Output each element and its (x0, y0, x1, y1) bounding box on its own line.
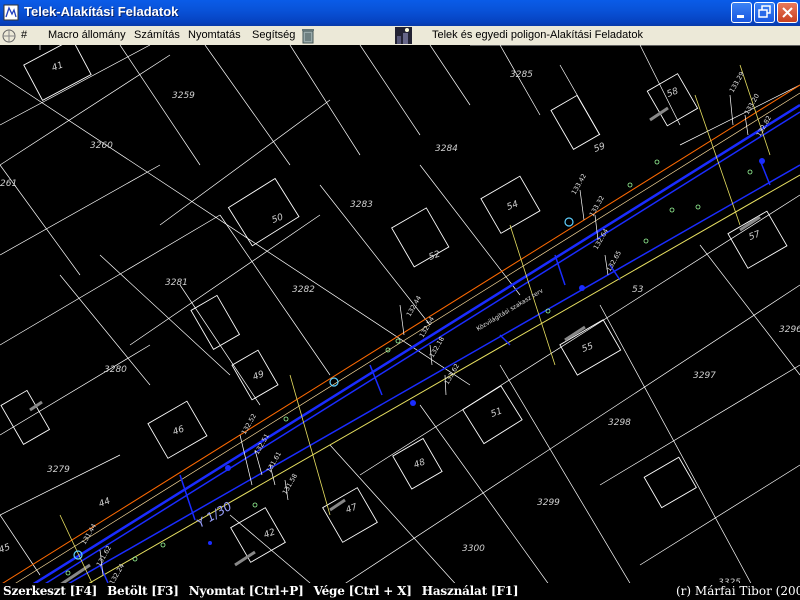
close-button[interactable] (777, 2, 798, 23)
parcel-label: 3285 (510, 70, 533, 80)
parcel-label: 3299 (537, 498, 560, 508)
parcel-label: 3279 (47, 465, 70, 475)
parcel-label: 3298 (608, 418, 631, 428)
point-markers (65, 159, 753, 576)
tool-logo-icon[interactable] (1, 28, 17, 44)
exit-shortcut[interactable]: Vége [Ctrl + X] (314, 584, 412, 598)
buildings (0, 38, 788, 563)
parcel-label: 3297 (693, 371, 716, 381)
parcel-label: 3260 (90, 141, 113, 151)
menu-item-szamitas[interactable]: Számítás (134, 29, 180, 41)
copyright-text: (r) Márfai Tibor (200 (676, 584, 800, 598)
elevation-label: 132.52 (240, 412, 258, 436)
road-blue-line-1 (5, 103, 800, 600)
status-bar: Szerkeszt [F4] Betölt [F3] Nyomtat [Ctrl… (0, 583, 800, 600)
load-shortcut[interactable]: Betölt [F3] (107, 584, 179, 598)
house-label: 58 (666, 86, 680, 99)
house-labels: 41 50 52 54 59 58 57 53 55 51 48 47 42 4… (0, 61, 762, 556)
elevation-label: 133.62 (443, 362, 461, 386)
house-label: 50 (271, 212, 285, 225)
house-label: 48 (413, 457, 427, 470)
elevation-label: 133.29 (728, 70, 746, 94)
elevation-label: 132.44 (405, 294, 423, 318)
elevation-label: 131.44 (80, 522, 98, 546)
house-label: 45 (0, 542, 12, 555)
window-title: Telek-Alakítási Feladatok (24, 4, 179, 19)
house-label: 42 (263, 527, 277, 540)
house-label: 49 (252, 369, 266, 382)
minimize-icon (737, 15, 744, 18)
house-label: 44 (98, 496, 112, 509)
title-bar[interactable]: Telek-Alakítási Feladatok (0, 0, 800, 27)
road-name-label: Y 1/30 (194, 499, 234, 531)
menu-item-nyomtatas[interactable]: Nyomtatás (188, 29, 241, 41)
road-edge-line (0, 92, 800, 594)
menu-item-segitseg[interactable]: Segítség (252, 29, 295, 41)
parcel-label: 3300 (462, 544, 485, 554)
help-shortcut[interactable]: Használat [F1] (422, 584, 519, 598)
parcel-label: 3259 (172, 91, 195, 101)
elevation-label: 133.32 (588, 194, 606, 218)
menu-bar: # Macro állomány Számítás Nyomtatás Segí… (0, 26, 800, 45)
parcel-label: 3283 (350, 200, 373, 210)
print-shortcut[interactable]: Nyomtat [Ctrl+P] (189, 584, 304, 598)
application-window: Telek-Alakítási Feladatok # Macro állomá… (0, 0, 800, 600)
menu-caption: Telek és egyedi poligon-Alakítási Felada… (432, 29, 643, 41)
house-label: 55 (581, 341, 595, 354)
elevation-label: 133.20 (743, 92, 761, 116)
house-label: 57 (748, 229, 762, 242)
map-canvas[interactable]: 3285 3259 3260 261 3284 3283 3281 3282 3… (0, 38, 800, 600)
house-label: 59 (593, 141, 607, 154)
house-label: 46 (172, 424, 186, 437)
trash-icon[interactable] (300, 27, 316, 44)
parcel-label: 3296 (779, 325, 800, 335)
parcel-label: 3284 (435, 144, 458, 154)
map-drawing: 3285 3259 3260 261 3284 3283 3281 3282 3… (0, 38, 800, 600)
parcel-label: 3280 (104, 365, 127, 375)
parcel-label: 3282 (292, 285, 315, 295)
elevation-label: 132.65 (605, 249, 623, 273)
night-scene-icon[interactable] (395, 27, 412, 44)
menu-item-hash[interactable]: # (21, 29, 27, 41)
house-label: 41 (51, 61, 65, 74)
house-label: 52 (428, 249, 442, 262)
house-label: 54 (506, 199, 520, 212)
parcel-label: 261 (0, 179, 17, 189)
cross-lines (59, 64, 771, 600)
house-label: 47 (345, 502, 359, 515)
restore-button[interactable] (754, 2, 775, 23)
elevation-label: 133.42 (570, 172, 588, 196)
road-red-line (0, 84, 800, 586)
elevation-labels: 133.29 133.20 132.82 133.42 133.32 132.6… (80, 70, 773, 586)
elevation-label: 132.64 (592, 227, 610, 251)
parcel-label: 3281 (165, 278, 188, 288)
pole-markers (73, 217, 574, 560)
elevation-label: 131.62 (95, 544, 113, 568)
app-icon (3, 4, 19, 21)
close-icon (782, 7, 793, 18)
house-label: 53 (632, 285, 644, 295)
restore-icon (758, 5, 771, 18)
minimize-button[interactable] (731, 2, 752, 23)
road-yellow-line (59, 174, 800, 600)
parcel-boundaries (0, 44, 800, 600)
house-label: 51 (490, 407, 504, 420)
menu-item-macro[interactable]: Macro állomány (48, 29, 126, 41)
elevation-label: 131.58 (281, 472, 299, 496)
edit-shortcut[interactable]: Szerkeszt [F4] (3, 584, 97, 598)
